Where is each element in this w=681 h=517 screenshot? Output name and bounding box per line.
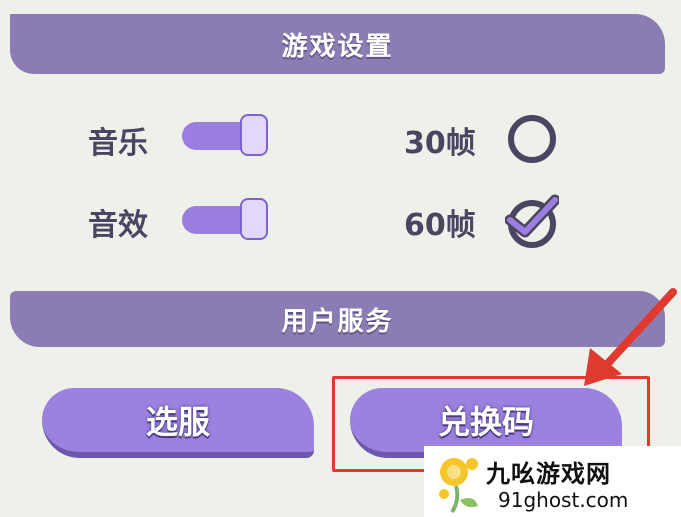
music-label: 音乐 xyxy=(88,126,148,161)
select-server-label: 选服 xyxy=(145,403,210,441)
dandelion-logo-icon xyxy=(439,458,478,514)
user-service-title: 用户服务 xyxy=(281,306,394,337)
sfx-toggle-knob xyxy=(240,198,268,240)
user-service-header: 用户服务 xyxy=(10,291,665,347)
game-settings-header: 游戏设置 xyxy=(10,14,665,74)
watermark: 九吆游戏网 91ghost.com xyxy=(424,446,681,517)
sfx-label: 音效 xyxy=(88,208,148,243)
music-toggle-knob xyxy=(240,114,268,156)
sfx-toggle[interactable] xyxy=(182,198,270,240)
select-server-button[interactable]: 选服 xyxy=(42,388,314,458)
watermark-title: 九吆游戏网 xyxy=(486,460,611,488)
fps-30-radio[interactable] xyxy=(505,112,559,166)
pointer-arrow-icon xyxy=(584,288,677,386)
music-toggle[interactable] xyxy=(182,114,270,156)
game-settings-title: 游戏设置 xyxy=(281,31,394,62)
fps-30-label: 30帧 xyxy=(404,126,476,161)
fps-60-radio[interactable] xyxy=(505,194,559,248)
fps-60-label: 60帧 xyxy=(404,208,476,243)
watermark-url: 91ghost.com xyxy=(498,488,629,512)
